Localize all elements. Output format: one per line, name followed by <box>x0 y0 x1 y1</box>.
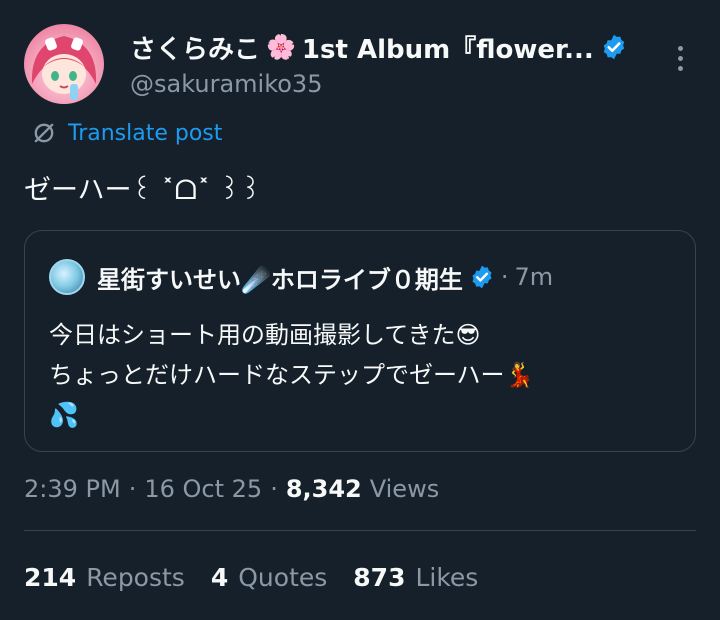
verified-badge-icon <box>603 34 625 60</box>
avatar-illustration <box>31 36 97 100</box>
quote-line: 今日はショート用の動画撮影してきた😎 <box>49 321 481 349</box>
post-date[interactable]: 16 Oct 25 <box>144 475 262 503</box>
post-meta: 2:39 PM · 16 Oct 25 · 8,342 Views <box>24 472 439 506</box>
handle[interactable]: @sakuramiko35 <box>130 70 322 98</box>
tweet-detail: さくらみこ 🌸 1st Album『flower... @sakuramiko3… <box>0 0 720 620</box>
engagement-stats: 214 Reposts 4 Quotes 873 Likes <box>24 558 478 596</box>
likes-stat[interactable]: 873 Likes <box>353 563 478 592</box>
meta-separator: · <box>128 475 137 503</box>
display-name-row[interactable]: さくらみこ 🌸 1st Album『flower... <box>130 28 628 66</box>
reposts-stat[interactable]: 214 Reposts <box>24 563 185 592</box>
quote-text: 今日はショート用の動画撮影してきた😎 ちょっとだけハードなステップでゼーハー💃 … <box>49 315 679 435</box>
meta-separator: · <box>270 475 278 503</box>
tweet-text: ゼーハー꒰ ˟ᗝ˟ ꒱꒱ <box>24 175 262 206</box>
quote-display-name[interactable]: 星街すいせい☄️ホロライブ０期生 <box>97 260 463 295</box>
display-name-suffix[interactable]: 1st Album『flower... <box>302 29 594 66</box>
quote-line: ちょっとだけハードなステップでゼーハー💃 <box>49 361 535 389</box>
quoted-post[interactable]: 星街すいせい☄️ホロライブ０期生 · 7m 今日はショート用の動画撮影してきた😎… <box>24 230 696 452</box>
display-name[interactable]: さくらみこ <box>130 29 260 66</box>
quote-separator: · <box>500 263 509 291</box>
quotes-label: Quotes <box>238 562 328 592</box>
likes-count: 873 <box>353 562 406 592</box>
post-time[interactable]: 2:39 PM <box>24 475 121 503</box>
globe-slash-icon <box>34 123 54 143</box>
cherry-blossom-icon: 🌸 <box>266 33 296 61</box>
quote-verified-badge-icon <box>472 265 492 289</box>
translate-label[interactable]: Translate post <box>68 121 222 146</box>
quote-header: 星街すいせい☄️ホロライブ０期生 · 7m <box>97 257 553 297</box>
quotes-count: 4 <box>210 562 229 592</box>
views-count: 8,342 <box>285 475 362 503</box>
quote-avatar[interactable] <box>49 259 85 295</box>
avatar[interactable] <box>24 24 104 104</box>
more-options-icon[interactable] <box>668 40 692 76</box>
quote-time[interactable]: 7m <box>515 263 554 291</box>
reposts-label: Reposts <box>86 562 185 592</box>
quote-line: 💦 <box>49 401 79 429</box>
translate-link[interactable]: Translate post <box>30 118 222 148</box>
reposts-count: 214 <box>24 562 77 592</box>
divider <box>24 530 696 531</box>
views-label: Views <box>369 475 440 503</box>
likes-label: Likes <box>415 562 479 592</box>
quotes-stat[interactable]: 4 Quotes <box>211 563 327 592</box>
